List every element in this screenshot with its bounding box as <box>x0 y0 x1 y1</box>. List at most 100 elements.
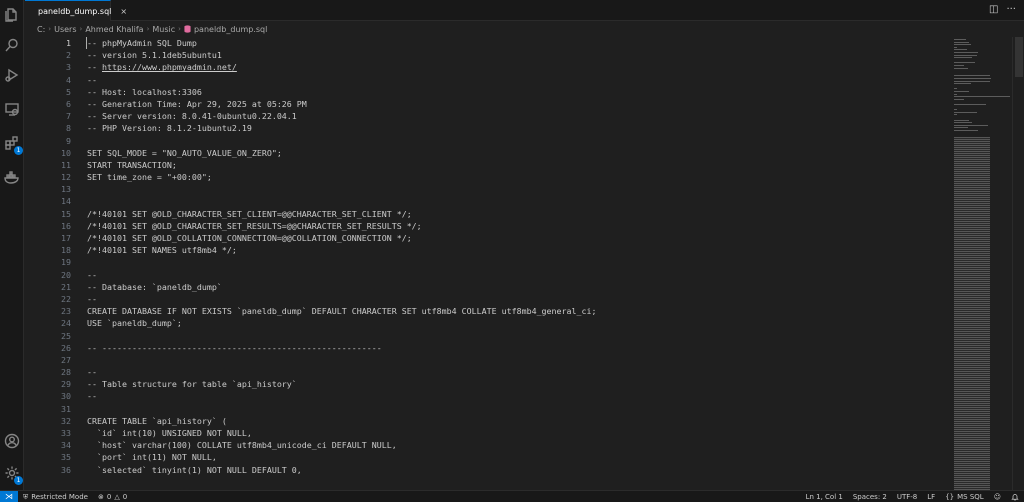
code-line[interactable]: USE `paneldb_dump`; <box>87 317 948 329</box>
minimap-line <box>954 62 976 64</box>
line-number: 30 <box>61 391 71 402</box>
cursor-position[interactable]: Ln 1, Col 1 <box>801 491 848 502</box>
problems-indicator[interactable]: ⊗ 0 △ 0 <box>93 491 132 502</box>
notifications-bell-icon[interactable] <box>1006 493 1024 501</box>
indentation[interactable]: Spaces: 2 <box>848 491 892 502</box>
code-line[interactable] <box>87 135 948 147</box>
code-line[interactable]: START TRANSACTION; <box>87 159 948 171</box>
line-number: 6 <box>66 98 71 109</box>
minimap-line <box>954 52 979 53</box>
tab-paneldb-dump[interactable]: paneldb_dump.sql × <box>25 0 127 21</box>
minimap-dense-block <box>954 137 990 490</box>
code-line[interactable] <box>87 195 948 207</box>
warning-icon: △ <box>114 492 120 501</box>
code-line[interactable]: -- Server version: 8.0.41-0ubuntu0.22.04… <box>87 110 948 122</box>
copilot-icon[interactable]: ☺ <box>989 491 1006 502</box>
code-line[interactable]: -- Database: `paneldb_dump` <box>87 281 948 293</box>
code-line[interactable] <box>87 354 948 366</box>
line-number: 2 <box>66 50 71 61</box>
extensions-icon[interactable]: 1 <box>3 134 23 155</box>
code-content[interactable]: -- phpMyAdmin SQL Dump -- version 5.1.1de… <box>87 37 948 476</box>
code-line[interactable]: -- <box>87 74 948 86</box>
line-number: 7 <box>66 111 71 122</box>
code-line[interactable]: -- version 5.1.1deb5ubuntu1 <box>87 49 948 61</box>
scrollbar-thumb[interactable] <box>1015 37 1023 77</box>
account-icon[interactable] <box>3 432 21 450</box>
code-line[interactable]: -- <box>87 390 948 402</box>
code-line[interactable]: -- https://www.phpmyadmin.net/ <box>87 61 948 73</box>
code-line[interactable]: -- phpMyAdmin SQL Dump <box>87 37 948 49</box>
line-number: 28 <box>61 367 71 378</box>
code-line[interactable]: SET time_zone = "+00:00"; <box>87 171 948 183</box>
code-line[interactable]: /*!40101 SET @OLD_CHARACTER_SET_RESULTS=… <box>87 220 948 232</box>
run-debug-icon[interactable] <box>3 66 21 84</box>
code-line[interactable]: -- <box>87 366 948 378</box>
line-number: 23 <box>61 306 71 317</box>
line-number: 5 <box>66 86 71 97</box>
docker-icon[interactable] <box>3 168 21 186</box>
split-editor-icon[interactable]: ◫ <box>989 3 998 17</box>
minimap-line <box>954 111 978 113</box>
language-mode[interactable]: {} MS SQL <box>940 491 988 502</box>
code-line[interactable]: -- Host: localhost:3306 <box>87 86 948 98</box>
code-line[interactable] <box>87 256 948 268</box>
search-icon[interactable] <box>3 36 21 54</box>
close-icon[interactable]: × <box>120 7 127 16</box>
remote-explorer-icon[interactable] <box>3 100 21 118</box>
settings-gear-icon[interactable]: 1 <box>3 464 23 485</box>
minimap-line <box>954 49 967 51</box>
more-actions-icon[interactable]: ··· <box>1006 3 1016 17</box>
code-line[interactable]: /*!40101 SET @OLD_COLLATION_CONNECTION=@… <box>87 232 948 244</box>
breadcrumb-separator: › <box>48 25 52 33</box>
minimap-line <box>954 80 990 82</box>
minimap-line <box>954 54 978 56</box>
line-number: 14 <box>61 196 71 207</box>
code-line[interactable] <box>87 183 948 195</box>
breadcrumb-item[interactable]: Ahmed Khalifa <box>85 25 143 34</box>
code-line[interactable]: -- -------------------------------------… <box>87 342 948 354</box>
breadcrumb-item[interactable]: Users <box>54 25 76 34</box>
minimap-line <box>954 124 989 126</box>
minimap[interactable] <box>950 37 1012 490</box>
activity-bar: 1 1 <box>0 0 24 490</box>
code-line[interactable]: CREATE DATABASE IF NOT EXISTS `paneldb_d… <box>87 305 948 317</box>
code-line[interactable] <box>87 330 948 342</box>
end-of-line[interactable]: LF <box>922 491 940 502</box>
code-line[interactable]: `selected` tinyint(1) NOT NULL DEFAULT 0… <box>87 464 948 476</box>
code-line[interactable]: `id` int(10) UNSIGNED NOT NULL, <box>87 427 948 439</box>
extensions-badge: 1 <box>14 146 23 155</box>
code-line[interactable]: CREATE TABLE `api_history` ( <box>87 415 948 427</box>
vertical-scrollbar[interactable] <box>1012 37 1024 490</box>
code-line[interactable]: `port` int(11) NOT NULL, <box>87 451 948 463</box>
code-line[interactable]: -- <box>87 293 948 305</box>
breadcrumb-item[interactable]: C: <box>37 25 45 34</box>
minimap-line <box>954 83 971 85</box>
url-link[interactable]: https://www.phpmyadmin.net/ <box>102 62 237 72</box>
line-number: 16 <box>61 220 71 231</box>
code-line[interactable]: SET SQL_MODE = "NO_AUTO_VALUE_ON_ZERO"; <box>87 147 948 159</box>
restricted-mode-indicator[interactable]: ⛨ Restricted Mode <box>18 491 93 502</box>
minimap-line <box>954 75 990 77</box>
minimap-line <box>954 98 965 100</box>
explorer-icon[interactable] <box>3 6 21 24</box>
tab-label: paneldb_dump.sql <box>38 6 112 16</box>
remote-indicator-icon[interactable]: ⋊ <box>0 490 18 502</box>
breadcrumb-item[interactable]: paneldb_dump.sql <box>194 25 267 34</box>
encoding[interactable]: UTF-8 <box>892 491 922 502</box>
code-line[interactable]: `host` varchar(100) COLLATE utf8mb4_unic… <box>87 439 948 451</box>
breadcrumb: C: › Users › Ahmed Khalifa › Music › pan… <box>25 21 1024 37</box>
code-line[interactable]: /*!40101 SET @OLD_CHARACTER_SET_CLIENT=@… <box>87 208 948 220</box>
line-number: 1 <box>66 38 71 48</box>
error-icon: ⊗ <box>97 492 104 501</box>
line-number: 20 <box>61 269 71 280</box>
code-line[interactable]: /*!40101 SET NAMES utf8mb4 */; <box>87 244 948 256</box>
code-line[interactable]: -- Table structure for table `api_histor… <box>87 378 948 390</box>
code-line[interactable]: -- Generation Time: Apr 29, 2025 at 05:2… <box>87 98 948 110</box>
settings-badge: 1 <box>14 476 23 485</box>
code-editor[interactable]: 1 2 3 4 5 6 7 8 9 10 11 12 13 14 15 16 17 18 19 20 21 22 23 24 2… <box>25 37 948 490</box>
code-line[interactable] <box>87 403 948 415</box>
code-line[interactable]: -- PHP Version: 8.1.2-1ubuntu2.19 <box>87 122 948 134</box>
minimap-line <box>954 88 957 90</box>
breadcrumb-item[interactable]: Music <box>152 25 175 34</box>
code-line[interactable]: -- <box>87 269 948 281</box>
